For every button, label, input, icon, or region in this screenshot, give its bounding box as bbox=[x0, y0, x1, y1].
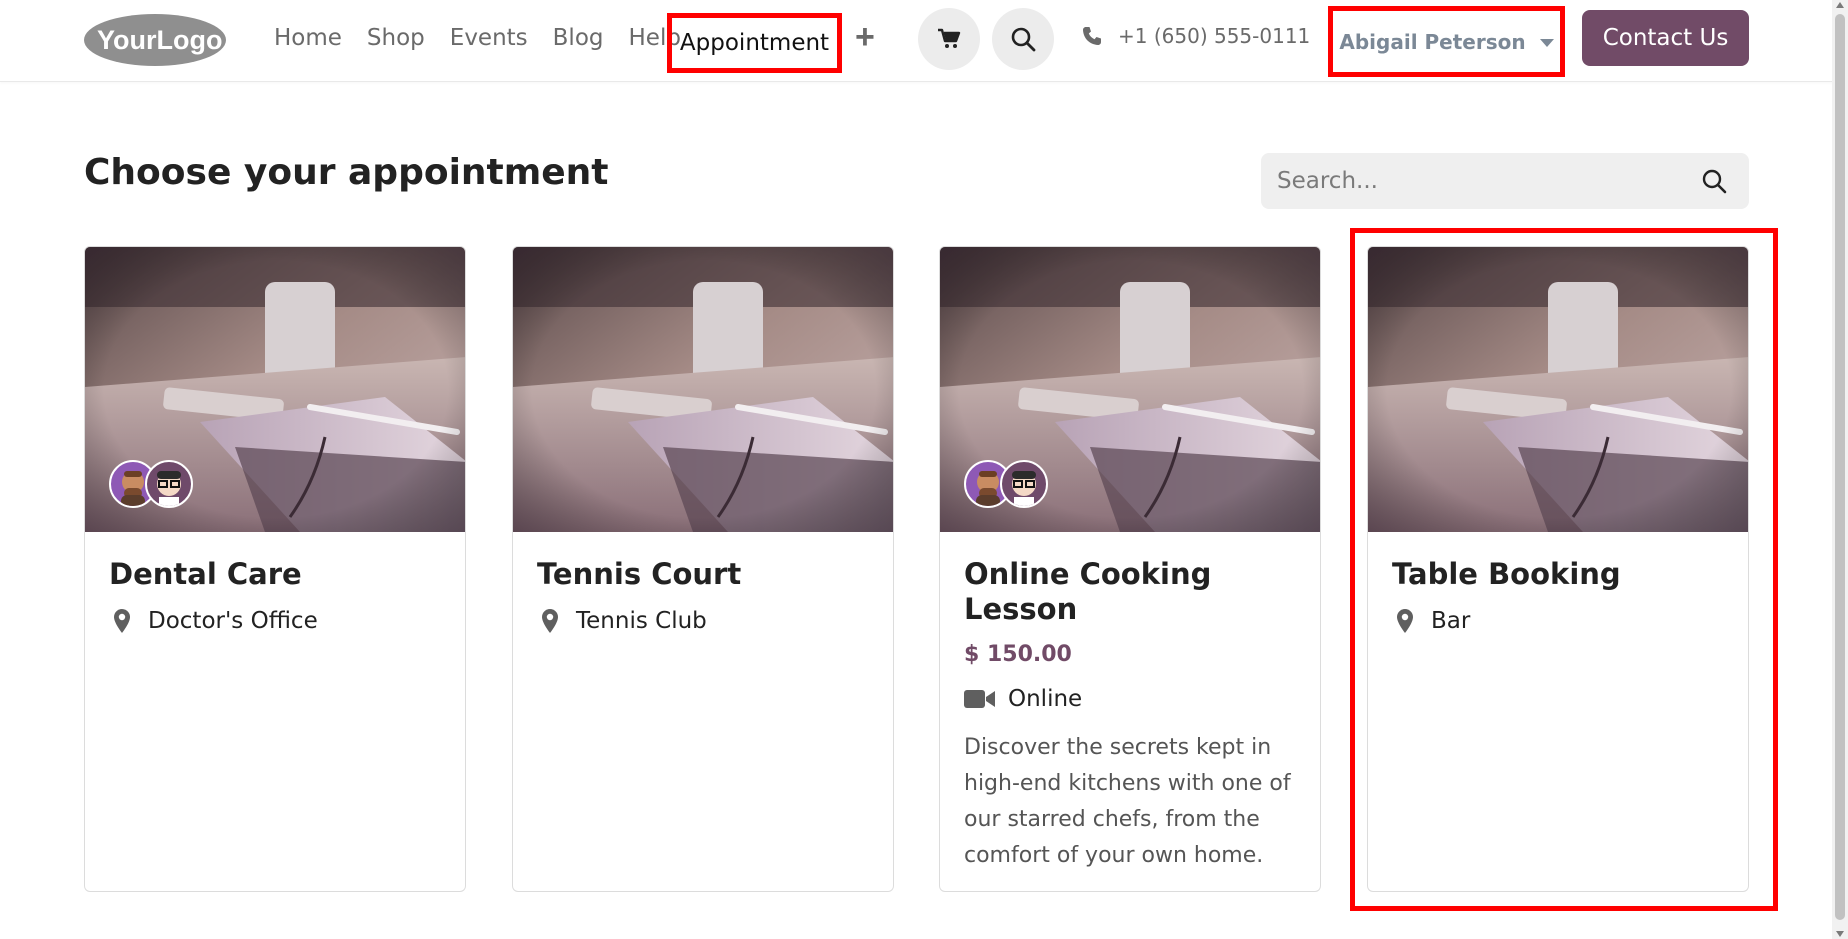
appointment-card-online-cooking-lesson[interactable]: Online Cooking Lesson $ 150.00 Online Di… bbox=[939, 246, 1321, 892]
card-image bbox=[513, 247, 893, 532]
scroll-up-icon[interactable] bbox=[1836, 2, 1844, 8]
contact-us-button[interactable]: Contact Us bbox=[1582, 10, 1749, 66]
card-title: Table Booking bbox=[1392, 557, 1621, 591]
map-pin-icon bbox=[1397, 608, 1413, 633]
desk-photo bbox=[1368, 247, 1748, 532]
card-location: Bar bbox=[1392, 608, 1724, 634]
user-name: Abigail Peterson bbox=[1339, 29, 1526, 54]
location-label: Doctor's Office bbox=[148, 607, 318, 634]
appointment-card-tennis-court[interactable]: Tennis Court Tennis Club bbox=[512, 246, 894, 892]
card-image bbox=[85, 247, 465, 532]
card-image bbox=[1368, 247, 1748, 532]
price-label: $ 150.00 bbox=[964, 641, 1072, 667]
desk-photo bbox=[513, 247, 893, 532]
site-header: YourLogo Home Shop Events Blog Help Appo… bbox=[0, 0, 1848, 82]
nav-shop[interactable]: Shop bbox=[367, 25, 425, 51]
plus-icon[interactable]: + bbox=[855, 20, 875, 54]
card-title: Tennis Court bbox=[537, 557, 742, 591]
location-label: Bar bbox=[1431, 607, 1471, 634]
mode-label: Online bbox=[1008, 685, 1083, 712]
card-title: Dental Care bbox=[109, 557, 302, 591]
location-label: Tennis Club bbox=[576, 607, 707, 634]
appointment-card-table-booking[interactable]: Table Booking Bar bbox=[1367, 246, 1749, 892]
cart-icon bbox=[938, 28, 961, 48]
phone-number: +1 (650) 555-0111 bbox=[1118, 24, 1311, 48]
map-pin-icon bbox=[114, 608, 130, 633]
main-nav: Home Shop Events Blog Help bbox=[274, 22, 706, 54]
search-input[interactable] bbox=[1277, 153, 1697, 209]
page-scrollbar[interactable] bbox=[1832, 0, 1848, 939]
card-mode: Online bbox=[964, 686, 1296, 712]
nav-events[interactable]: Events bbox=[450, 25, 528, 51]
card-title: Online Cooking Lesson bbox=[964, 557, 1212, 626]
avatar bbox=[145, 460, 193, 508]
card-description: Discover the secrets kept in high-end ki… bbox=[964, 734, 1291, 868]
search-icon[interactable] bbox=[1701, 168, 1727, 194]
phone-contact[interactable]: +1 (650) 555-0111 bbox=[1082, 24, 1310, 48]
nav-appointment-highlight: Appointment bbox=[667, 13, 842, 73]
nav-appointment[interactable]: Appointment bbox=[680, 30, 829, 56]
logo[interactable]: YourLogo bbox=[83, 13, 228, 68]
logo-text: YourLogo bbox=[97, 25, 222, 55]
avatar bbox=[1000, 460, 1048, 508]
scroll-thumb[interactable] bbox=[1835, 14, 1845, 920]
appointment-card-dental-care[interactable]: Dental Care Doctor's Office bbox=[84, 246, 466, 892]
header-search-button[interactable] bbox=[992, 8, 1054, 70]
map-pin-icon bbox=[542, 608, 558, 633]
user-menu[interactable]: Abigail Peterson bbox=[1328, 6, 1565, 77]
card-location: Doctor's Office bbox=[109, 608, 441, 634]
card-image bbox=[940, 247, 1320, 532]
caret-down-icon bbox=[1539, 38, 1554, 47]
cart-button[interactable] bbox=[918, 8, 980, 70]
nav-home[interactable]: Home bbox=[274, 25, 342, 51]
appointment-search bbox=[1261, 153, 1749, 209]
video-camera-icon bbox=[964, 689, 995, 708]
phone-icon bbox=[1083, 27, 1101, 45]
page-title: Choose your appointment bbox=[84, 152, 609, 193]
card-location: Tennis Club bbox=[537, 608, 869, 634]
scroll-down-icon[interactable] bbox=[1836, 931, 1844, 937]
search-icon bbox=[1011, 27, 1036, 52]
nav-blog[interactable]: Blog bbox=[553, 25, 604, 51]
